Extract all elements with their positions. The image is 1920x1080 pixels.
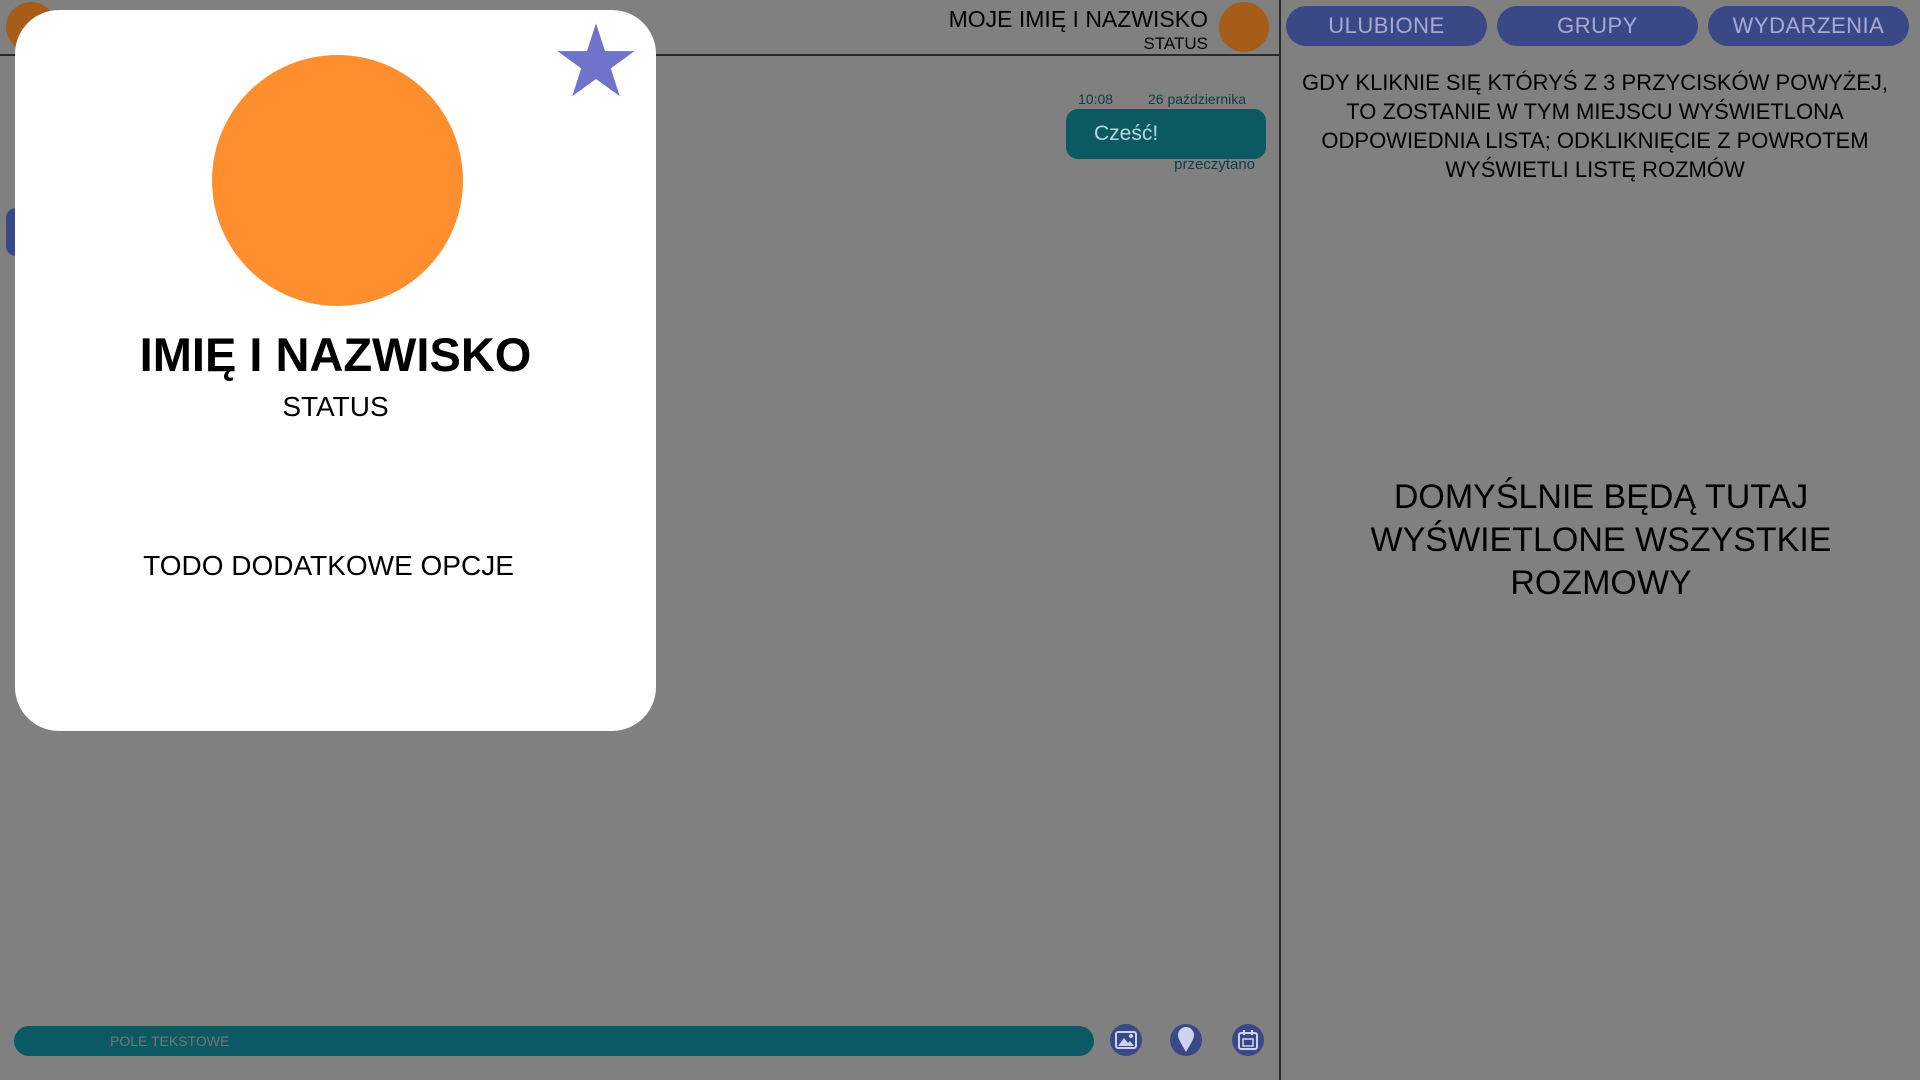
list-info-text: GDY KLIKNIE SIĘ KTÓRYŚ Z 3 PRZYCISKÓW PO… [1302,70,1888,182]
location-pin-icon [1178,1027,1194,1052]
image-icon [1115,1031,1137,1049]
message-bubble[interactable]: Cześć! [1066,109,1266,159]
pane-divider [1279,0,1281,1080]
message-time: 10:08 [1078,91,1114,107]
current-user-avatar[interactable] [1219,2,1269,52]
add-event-button[interactable] [1232,1024,1264,1056]
favorites-button[interactable]: ULUBIONE [1286,6,1487,46]
attach-image-button[interactable] [1110,1024,1142,1056]
events-button[interactable]: WYDARZENIA [1708,6,1909,46]
profile-name: IMIĘ I NAZWISKO [139,328,532,381]
profile-status: STATUS [282,391,389,422]
profile-avatar [212,55,463,306]
current-user-info: MOJE IMIĘ I NAZWISKO STATUS [949,4,1208,54]
message-date: 26 października [1148,91,1247,107]
profile-card: IMIĘ I NAZWISKO STATUS TODO DODATKOWE OP… [15,10,656,731]
default-list-text: DOMYŚLNIE BĘDĄ TUTAJ WYŚWIETLONE WSZYSTK… [1370,478,1832,602]
share-location-button[interactable] [1170,1024,1202,1056]
message-read-status: przeczytano [1174,156,1255,173]
profile-extra-options: TODO DODATKOWE OPCJE [143,550,514,581]
current-user-name: MOJE IMIĘ I NAZWISKO [948,6,1208,32]
star-icon[interactable] [555,20,637,102]
message-text-field[interactable] [14,1026,1094,1056]
groups-button[interactable]: GRUPY [1497,6,1698,46]
calendar-icon [1238,1030,1258,1050]
current-user-status: STATUS [1143,34,1208,53]
